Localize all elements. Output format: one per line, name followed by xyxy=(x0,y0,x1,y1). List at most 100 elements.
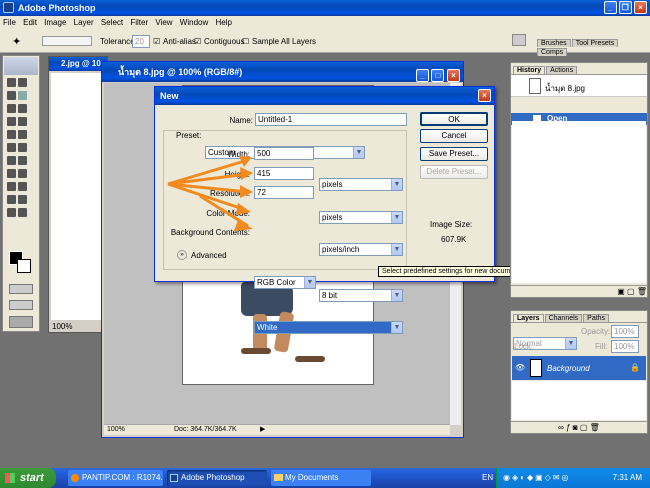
doc-maximize-button[interactable]: □ xyxy=(431,69,445,82)
tab-layers[interactable]: Layers xyxy=(513,314,544,322)
stamp-tool-icon[interactable] xyxy=(7,130,16,139)
path-select-icon[interactable] xyxy=(7,169,16,178)
advanced-toggle-icon[interactable]: » xyxy=(177,250,187,260)
menu-image[interactable]: Image xyxy=(44,18,66,27)
doc-minimize-button[interactable]: _ xyxy=(415,69,429,82)
menu-help[interactable]: Help xyxy=(215,18,231,27)
hand-tool-icon[interactable] xyxy=(7,208,16,217)
brush-tool-icon[interactable] xyxy=(18,117,28,126)
history-snapshot[interactable]: น้ำมุต 8.jpg xyxy=(511,75,647,97)
visibility-eye-icon[interactable]: 👁 xyxy=(515,363,525,372)
history-footer: ▣ ▢ 🗑 xyxy=(511,285,647,297)
type-tool-icon[interactable] xyxy=(18,169,28,178)
lasso-tool-icon[interactable] xyxy=(7,91,16,100)
name-input[interactable]: Untitled-1 xyxy=(255,113,407,126)
doc-close-button[interactable]: × xyxy=(447,69,460,82)
notes-tool-icon[interactable] xyxy=(7,195,16,204)
sample-all-checkbox[interactable]: ☐ xyxy=(242,37,249,46)
taskbar-item-photoshop[interactable]: Adobe Photoshop xyxy=(167,470,267,486)
mask-icon[interactable]: ◙ xyxy=(573,423,578,432)
pen-tool-icon[interactable] xyxy=(7,182,16,191)
crop-tool-icon[interactable] xyxy=(7,104,16,113)
menu-select[interactable]: Select xyxy=(101,18,123,27)
cancel-button[interactable]: Cancel xyxy=(420,129,488,143)
blur-tool-icon[interactable] xyxy=(7,156,16,165)
quick-mask-icon[interactable] xyxy=(9,284,33,294)
delete-layer-icon[interactable]: 🗑 xyxy=(590,423,600,432)
language-indicator[interactable]: EN xyxy=(482,473,493,482)
tab-channels[interactable]: Channels xyxy=(544,314,583,322)
layer-row-background[interactable]: 👁 Background 🔒 xyxy=(512,356,646,380)
magic-wand-icon[interactable]: ✦ xyxy=(12,35,21,48)
file-browser-icon[interactable] xyxy=(512,34,526,46)
resolution-unit-select[interactable]: pixels/inch ▼ xyxy=(319,243,403,256)
layer-style-icon[interactable]: ƒ xyxy=(566,423,570,432)
selection-mode-icons[interactable] xyxy=(42,36,92,46)
zoom-tool-icon[interactable] xyxy=(18,208,28,217)
image-size-label: Image Size: xyxy=(430,220,473,229)
menu-view[interactable]: View xyxy=(155,18,172,27)
contiguous-checkbox[interactable]: ☑ xyxy=(194,37,201,46)
background-contents-select[interactable]: White ▼ xyxy=(254,321,403,334)
width-input[interactable]: 500 xyxy=(254,147,314,160)
antialias-checkbox[interactable]: ☑ xyxy=(153,37,160,46)
new-layer-icon[interactable]: ▢ xyxy=(580,423,588,432)
new-snapshot-icon[interactable]: ▢ xyxy=(627,287,635,296)
fill-input[interactable]: 100% xyxy=(611,340,639,353)
taskbar-item-pantip[interactable]: PANTIP.COM : R1074... xyxy=(68,470,163,486)
menu-filter[interactable]: Filter xyxy=(130,18,148,27)
status-arrow-icon[interactable]: ▶ xyxy=(260,425,265,435)
tab-paths[interactable]: Paths xyxy=(583,314,610,322)
close-button[interactable]: × xyxy=(634,1,647,14)
taskbar-item-my-documents[interactable]: My Documents xyxy=(271,470,371,486)
magic-wand-tool-icon[interactable] xyxy=(18,91,28,100)
tolerance-input[interactable]: 20 xyxy=(132,35,150,48)
app-title: Adobe Photoshop xyxy=(18,3,96,13)
delete-preset-button[interactable]: Delete Preset... xyxy=(420,165,488,179)
minimize-button[interactable]: _ xyxy=(603,1,617,14)
bit-depth-select[interactable]: 8 bit ▼ xyxy=(319,289,403,302)
fill-label: Fill: xyxy=(595,342,608,351)
height-unit-select[interactable]: pixels ▼ xyxy=(319,211,403,224)
menu-edit[interactable]: Edit xyxy=(23,18,37,27)
shape-tool-icon[interactable] xyxy=(18,182,28,191)
dialog-title: New xyxy=(160,91,179,101)
tab-history[interactable]: History xyxy=(513,66,546,74)
ok-button[interactable]: OK xyxy=(420,112,488,126)
dialog-close-button[interactable]: × xyxy=(478,89,491,102)
tab-brushes[interactable]: Brushes xyxy=(537,39,571,47)
color-mode-select[interactable]: RGB Color ▼ xyxy=(254,276,316,289)
dodge-tool-icon[interactable] xyxy=(18,156,28,165)
tray-icons[interactable]: ◉◈◐◆▣◇✉◎ xyxy=(503,473,571,482)
eyedropper-tool-icon[interactable] xyxy=(18,195,28,204)
height-input[interactable]: 415 xyxy=(254,167,314,180)
tooltip: Select predefined settings for new docum… xyxy=(378,266,528,277)
save-preset-button[interactable]: Save Preset... xyxy=(420,147,488,161)
eraser-tool-icon[interactable] xyxy=(7,143,16,152)
tab-actions[interactable]: Actions xyxy=(546,66,578,74)
advanced-label[interactable]: Advanced xyxy=(191,251,227,260)
name-label: Name: xyxy=(229,116,253,125)
tab-tool-presets[interactable]: Tool Presets xyxy=(571,39,619,47)
opacity-input[interactable]: 100% xyxy=(611,325,639,338)
screen-mode-icon[interactable] xyxy=(9,300,33,310)
trash-icon[interactable]: 🗑 xyxy=(637,287,647,296)
new-doc-icon[interactable]: ▣ xyxy=(617,287,625,296)
menu-layer[interactable]: Layer xyxy=(74,18,94,27)
resolution-input[interactable]: 72 xyxy=(254,186,314,199)
width-unit-select[interactable]: pixels ▼ xyxy=(319,178,403,191)
menu-window[interactable]: Window xyxy=(180,18,208,27)
tab-comps[interactable]: Comps xyxy=(537,48,568,56)
menu-file[interactable]: File xyxy=(3,18,16,27)
slice-tool-icon[interactable] xyxy=(18,104,28,113)
healing-tool-icon[interactable] xyxy=(7,117,16,126)
gradient-tool-icon[interactable] xyxy=(18,143,28,152)
history-brush-icon[interactable] xyxy=(18,130,28,139)
jump-to-imageready-icon[interactable] xyxy=(9,316,33,328)
start-button[interactable]: start xyxy=(0,468,56,488)
link-icon[interactable]: ∞ xyxy=(558,423,564,432)
move-tool-icon[interactable] xyxy=(18,78,28,87)
background-color[interactable] xyxy=(17,259,31,273)
restore-button[interactable]: ❐ xyxy=(618,1,632,14)
marquee-tool-icon[interactable] xyxy=(7,78,16,87)
